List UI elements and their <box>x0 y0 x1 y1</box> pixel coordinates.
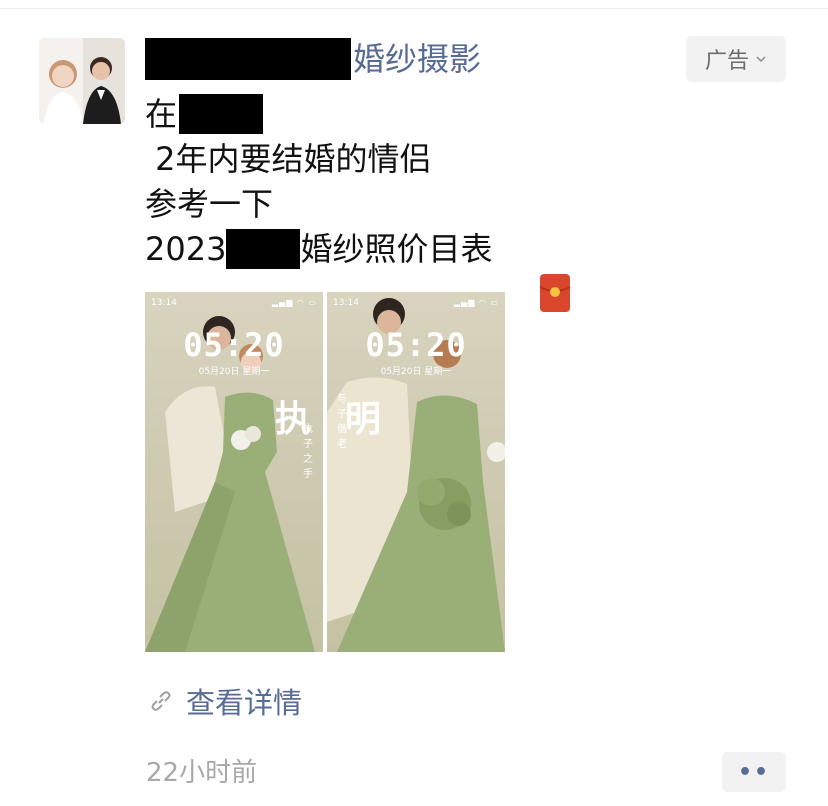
redacted-block <box>226 229 301 269</box>
ad-label: 广告 <box>704 49 749 74</box>
link-icon <box>151 691 171 711</box>
post-time: 22小时前 <box>146 758 258 788</box>
chevron-down-icon <box>756 56 766 63</box>
red-envelope-icon <box>498 229 571 312</box>
clock-date: 05月20日 星期一 <box>198 367 270 377</box>
avatar-image <box>39 38 125 124</box>
redacted-block <box>179 94 264 134</box>
status-icons: ▂▄▆ ◠ ▭ <box>453 298 499 307</box>
status-time: 13:14 <box>333 298 359 308</box>
photo-thumbnail[interactable]: 13:14 ▂▄▆ ◠ ▭ 05:20 05月20日 星期一 执 执子之手 <box>145 292 323 652</box>
status-time: 13:14 <box>151 298 177 308</box>
author-name-suffix[interactable]: 婚纱摄影 <box>353 36 481 82</box>
clock-time: 05:20 <box>365 326 467 364</box>
vertical-text: 与子偕老 <box>337 394 347 450</box>
status-icons: ▂▄▆ ◠ ▭ <box>271 298 317 307</box>
more-options-button[interactable]: •• <box>722 752 786 792</box>
post-text-line: 2023 婚纱照价目表 <box>145 227 571 312</box>
top-divider <box>0 8 828 9</box>
clock-date: 05月20日 星期一 <box>380 367 452 377</box>
text-segment: 婚纱照价目表 <box>300 230 493 268</box>
calligraphy-char: 明 <box>345 398 382 440</box>
more-icon: •• <box>737 759 771 785</box>
text-segment: 在 <box>145 95 178 133</box>
text-segment: 2023 <box>145 230 227 268</box>
post-text-line: 参考一下 <box>145 185 274 223</box>
view-details-link[interactable]: 查看详情 <box>148 680 302 722</box>
post-text-line: 在 <box>145 92 264 136</box>
clock-time: 05:20 <box>183 326 285 364</box>
vertical-text: 执子之手 <box>303 424 313 480</box>
redacted-block <box>145 38 351 80</box>
avatar[interactable] <box>39 38 125 124</box>
photo-thumbnail[interactable]: 13:14 ▂▄▆ ◠ ▭ 05:20 05月20日 星期一 明 与子偕老 <box>327 292 505 652</box>
ad-tag-button[interactable]: 广告 <box>686 36 786 82</box>
post-text-line: 2年内要结婚的情侣 <box>145 140 432 178</box>
view-details-text[interactable]: 查看详情 <box>186 680 302 722</box>
author-name[interactable]: 婚纱摄影 <box>145 36 481 82</box>
